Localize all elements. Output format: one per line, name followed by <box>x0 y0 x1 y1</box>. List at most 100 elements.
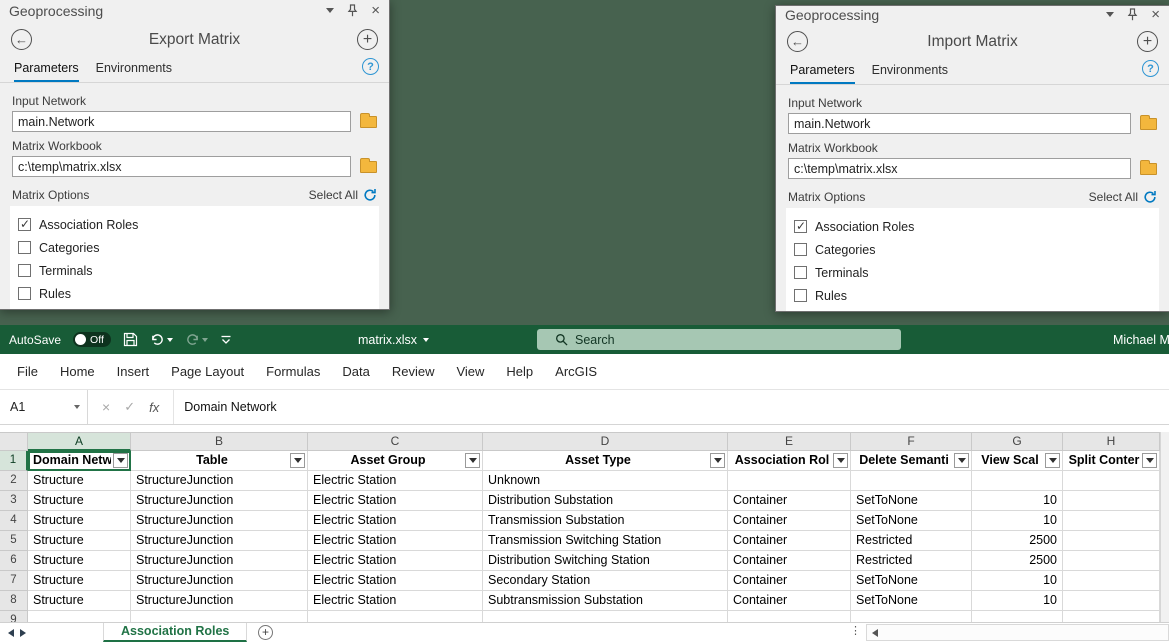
ribbon-tab-arcgis[interactable]: ArcGIS <box>544 364 608 379</box>
new-sheet-button[interactable]: + <box>258 625 273 640</box>
vertical-scrollbar[interactable] <box>1160 432 1169 622</box>
column-header-D[interactable]: D <box>483 433 728 451</box>
cell[interactable] <box>483 611 728 622</box>
browse-folder-icon[interactable] <box>1140 159 1157 175</box>
cell[interactable]: Structure <box>28 471 131 491</box>
cell[interactable]: Structure <box>28 491 131 511</box>
cell[interactable] <box>1063 591 1160 611</box>
row-header-4[interactable]: 4 <box>0 511 28 531</box>
row-header-1[interactable]: 1 <box>0 451 28 471</box>
cell[interactable]: Transmission Substation <box>483 511 728 531</box>
cell[interactable] <box>851 611 972 622</box>
column-header-H[interactable]: H <box>1063 433 1160 451</box>
cell[interactable]: Secondary Station <box>483 571 728 591</box>
checkbox-association-roles[interactable] <box>18 217 31 231</box>
select-all-button[interactable]: Select All <box>309 188 377 202</box>
cell[interactable]: StructureJunction <box>131 511 308 531</box>
checkbox-row[interactable]: Terminals <box>18 259 371 282</box>
cell[interactable]: Electric Station <box>308 531 483 551</box>
cell[interactable]: StructureJunction <box>131 531 308 551</box>
autosave-toggle[interactable]: Off <box>73 332 111 347</box>
checkbox-categories[interactable] <box>18 241 31 254</box>
cell[interactable]: 10 <box>972 591 1063 611</box>
cell[interactable] <box>1063 611 1160 622</box>
select-all-button[interactable]: Select All <box>1089 190 1157 204</box>
cell[interactable]: SetToNone <box>851 491 972 511</box>
cell[interactable]: Container <box>728 531 851 551</box>
cell[interactable] <box>1063 511 1160 531</box>
cell[interactable]: Container <box>728 591 851 611</box>
cell[interactable]: Restricted <box>851 531 972 551</box>
cell[interactable] <box>131 611 308 622</box>
cell[interactable]: SetToNone <box>851 591 972 611</box>
tab-splitter-handle[interactable]: ⋮ <box>850 624 862 637</box>
header-cell[interactable]: Delete Semanti <box>851 451 972 471</box>
cell[interactable] <box>972 471 1063 491</box>
search-box[interactable]: Search <box>537 329 901 350</box>
cell[interactable]: SetToNone <box>851 571 972 591</box>
cell[interactable] <box>851 471 972 491</box>
close-icon[interactable]: × <box>371 3 380 18</box>
cell[interactable]: Structure <box>28 511 131 531</box>
input-network-field[interactable] <box>788 113 1131 134</box>
ribbon-tab-help[interactable]: Help <box>495 364 544 379</box>
sheet-tab-association-roles[interactable]: Association Roles <box>103 623 248 642</box>
filter-dropdown-icon[interactable] <box>1045 453 1060 468</box>
row-header-2[interactable]: 2 <box>0 471 28 491</box>
cell[interactable]: SetToNone <box>851 511 972 531</box>
cell[interactable] <box>972 611 1063 622</box>
cell[interactable]: Unknown <box>483 471 728 491</box>
select-all-cells-corner[interactable] <box>0 433 28 451</box>
cell[interactable]: Electric Station <box>308 471 483 491</box>
ribbon-tab-data[interactable]: Data <box>331 364 380 379</box>
header-cell[interactable]: Asset Group <box>308 451 483 471</box>
checkbox-row[interactable]: Terminals <box>794 261 1151 284</box>
cell[interactable]: StructureJunction <box>131 591 308 611</box>
cell[interactable]: Container <box>728 491 851 511</box>
matrix-workbook-field[interactable] <box>12 156 351 177</box>
cell[interactable]: Restricted <box>851 551 972 571</box>
close-icon[interactable]: × <box>1151 7 1160 22</box>
cell[interactable]: Distribution Switching Station <box>483 551 728 571</box>
cell[interactable]: Electric Station <box>308 491 483 511</box>
pin-icon[interactable] <box>347 4 358 17</box>
row-header-3[interactable]: 3 <box>0 491 28 511</box>
column-header-B[interactable]: B <box>131 433 308 451</box>
cell[interactable] <box>728 471 851 491</box>
cell[interactable]: StructureJunction <box>131 551 308 571</box>
cell[interactable]: Structure <box>28 531 131 551</box>
insert-function-icon[interactable]: fx <box>149 400 159 415</box>
cell[interactable]: 10 <box>972 511 1063 531</box>
cell[interactable]: 2500 <box>972 531 1063 551</box>
input-network-field[interactable] <box>12 111 351 132</box>
cell[interactable]: Container <box>728 571 851 591</box>
help-icon[interactable]: ? <box>362 58 379 75</box>
browse-folder-icon[interactable] <box>1140 114 1157 130</box>
cell[interactable] <box>308 611 483 622</box>
cell[interactable] <box>1063 551 1160 571</box>
document-title[interactable]: matrix.xlsx <box>358 325 430 354</box>
browse-folder-icon[interactable] <box>360 157 377 173</box>
cell[interactable] <box>728 611 851 622</box>
name-box[interactable]: A1 <box>0 390 88 424</box>
cell[interactable]: StructureJunction <box>131 571 308 591</box>
ribbon-tab-home[interactable]: Home <box>49 364 106 379</box>
checkbox-row[interactable]: Association Roles <box>18 213 371 236</box>
help-icon[interactable]: ? <box>1142 60 1159 77</box>
formula-content[interactable]: Domain Network <box>174 390 276 424</box>
cell[interactable]: Electric Station <box>308 511 483 531</box>
sheet-nav-right-icon[interactable] <box>20 629 26 637</box>
cell[interactable]: 2500 <box>972 551 1063 571</box>
ribbon-tab-page-layout[interactable]: Page Layout <box>160 364 255 379</box>
column-header-G[interactable]: G <box>972 433 1063 451</box>
back-button[interactable]: ← <box>11 29 32 50</box>
pin-icon[interactable] <box>1127 8 1138 21</box>
header-cell[interactable]: View Scal <box>972 451 1063 471</box>
filter-dropdown-icon[interactable] <box>290 453 305 468</box>
ribbon-tab-view[interactable]: View <box>445 364 495 379</box>
checkbox-row[interactable]: Rules <box>18 282 371 305</box>
checkbox-terminals[interactable] <box>18 264 31 277</box>
scroll-left-icon[interactable] <box>872 629 878 637</box>
checkbox-row[interactable]: Categories <box>18 236 371 259</box>
cell[interactable]: 10 <box>972 491 1063 511</box>
